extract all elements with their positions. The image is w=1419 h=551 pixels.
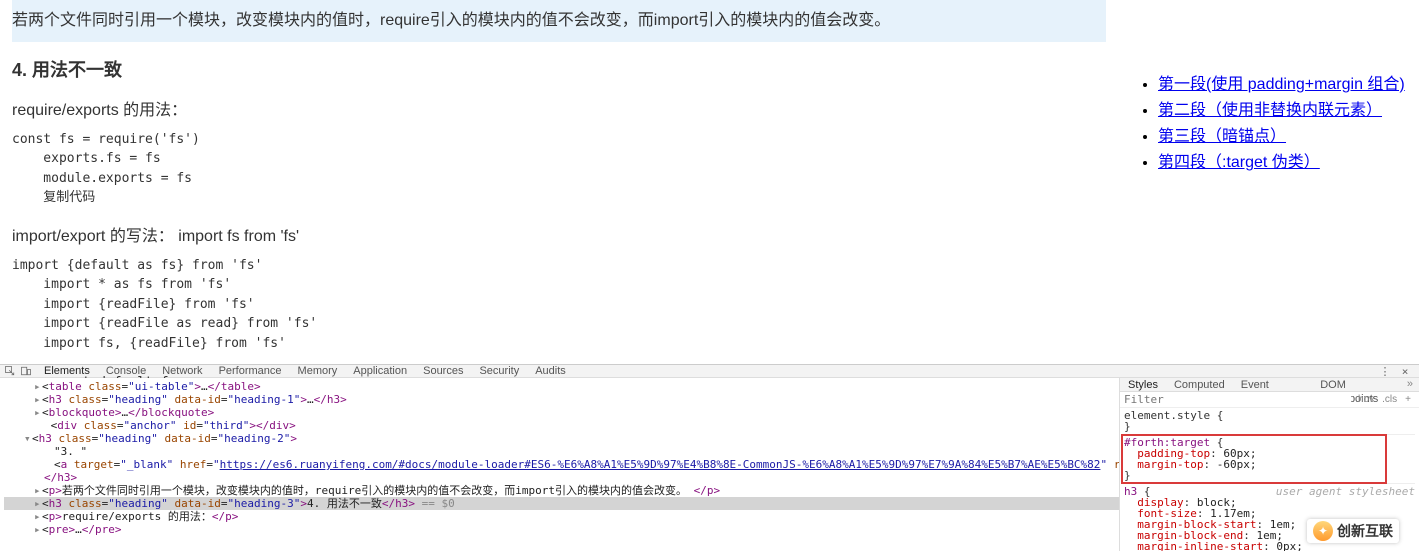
devtools-panel: Elements Console Network Performance Mem… (0, 364, 1419, 551)
toc-sidebar: 第一段(使用 padding+margin 组合) 第二段（使用非替换内联元素）… (1118, 58, 1419, 174)
toc-item: 第三段（暗锚点） (1158, 122, 1419, 146)
brand-badge[interactable]: ✦ 创新互联 (1307, 519, 1399, 543)
heading-4: 4. 用法不一致 (12, 56, 1106, 82)
hov-button[interactable]: :hov (1351, 394, 1378, 405)
toc-link-3[interactable]: 第三段（暗锚点） (1158, 128, 1286, 145)
toc-item: 第二段（使用非替换内联元素） (1158, 96, 1419, 120)
toc-item: 第一段(使用 padding+margin 组合) (1158, 70, 1419, 94)
styles-tab-eventlisteners[interactable]: Event Listeners (1233, 378, 1312, 391)
styles-tabs-overflow-icon[interactable]: » (1401, 378, 1419, 391)
settings-icon[interactable]: ⋮ (1379, 365, 1391, 377)
code-block-import: import {default as fs} from 'fs' import … (12, 256, 1106, 393)
toc-link-1[interactable]: 第一段(使用 padding+margin 组合) (1158, 76, 1405, 93)
brand-text: 创新互联 (1337, 521, 1393, 541)
brand-icon: ✦ (1313, 521, 1333, 541)
import-label: import/export 的写法： import fs from 'fs' (12, 222, 1106, 246)
styles-tab-dombreakpoints[interactable]: DOM Breakpoints (1312, 378, 1401, 391)
styles-filter-input[interactable] (1124, 393, 1351, 406)
require-label: require/exports 的用法： (12, 96, 1106, 120)
cls-button[interactable]: .cls (1378, 394, 1401, 405)
add-rule-button[interactable]: + (1401, 394, 1415, 405)
toc-link-2[interactable]: 第二段（使用非替换内联元素） (1158, 102, 1382, 119)
code-block-require: const fs = require('fs') exports.fs = fs… (12, 130, 1106, 208)
toc-link-4[interactable]: 第四段（:target 伪类） (1158, 154, 1320, 171)
highlight-text: 若两个文件同时引用一个模块，改变模块内的值时，require引入的模块内的值不会… (12, 8, 1106, 34)
highlight-note: 若两个文件同时引用一个模块，改变模块内的值时，require引入的模块内的值不会… (12, 0, 1106, 42)
close-icon[interactable]: × (1399, 365, 1411, 377)
styles-tab-computed[interactable]: Computed (1166, 378, 1233, 391)
dom-tree[interactable]: ▸<table class="ui-table">…</table>▸<h3 c… (0, 378, 1119, 551)
styles-tab-styles[interactable]: Styles (1120, 378, 1166, 391)
toc-item: 第四段（:target 伪类） (1158, 148, 1419, 172)
